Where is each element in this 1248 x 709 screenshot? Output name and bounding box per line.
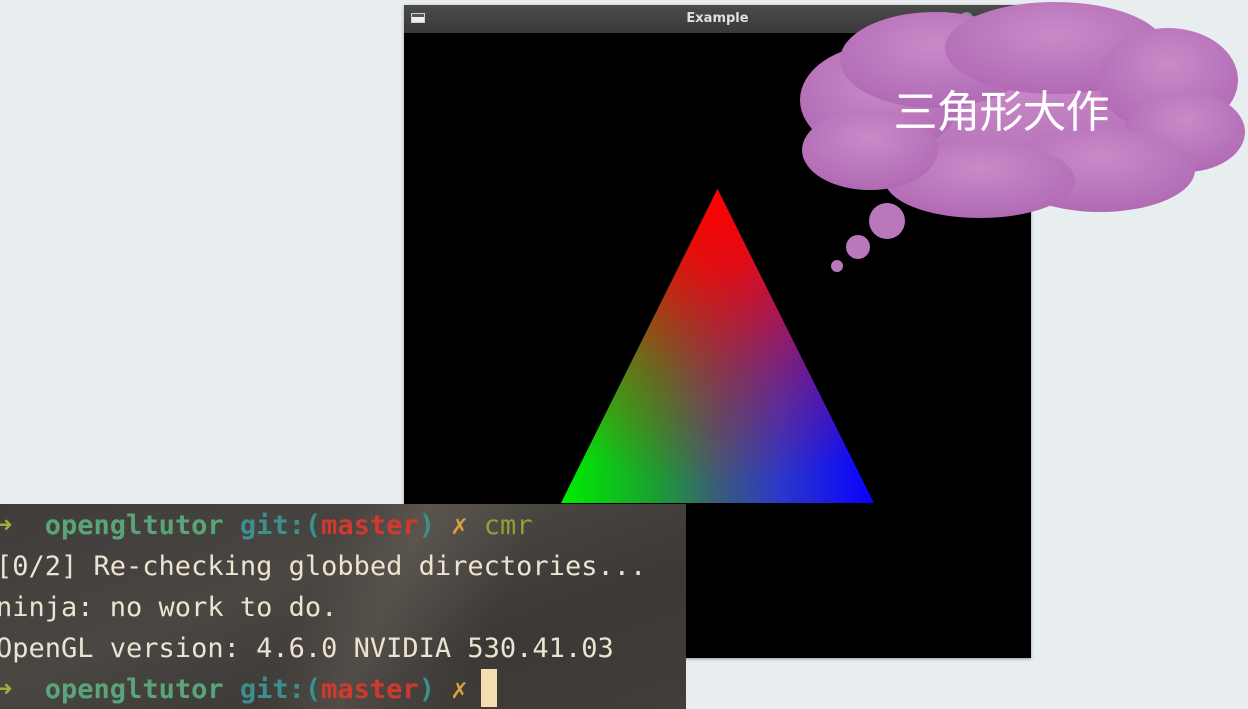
terminal-cursor[interactable] (481, 669, 498, 707)
terminal-window[interactable]: ➜ opengltutor git:(master) ✗ cmr [0/2] R… (0, 504, 686, 709)
prompt-git-prefix: git:( (239, 510, 322, 541)
prompt-git-suffix: ) (418, 674, 435, 705)
window-close-icon[interactable] (1010, 12, 1023, 25)
prompt-directory: opengltutor (44, 674, 224, 705)
prompt-dirty-icon: ✗ (451, 674, 468, 705)
window-title: Example (686, 11, 749, 26)
prompt-dirty-icon: ✗ (451, 510, 468, 541)
window-button-icon[interactable] (960, 12, 973, 25)
prompt-arrow-icon: ➜ (0, 510, 13, 541)
window-button-icon[interactable] (938, 12, 951, 25)
rgb-triangle (561, 189, 874, 503)
prompt-git-branch: master (321, 510, 419, 541)
terminal-prompt-line: ➜ opengltutor git:(master) ✗ cmr (0, 505, 533, 546)
window-titlebar[interactable]: Example (404, 5, 1031, 33)
prompt-command: cmr (483, 510, 533, 541)
prompt-git-prefix: git:( (239, 674, 322, 705)
terminal-output-line: OpenGL version: 4.6.0 NVIDIA 530.41.03 (0, 633, 614, 664)
prompt-directory: opengltutor (44, 510, 224, 541)
terminal-prompt-line: ➜ opengltutor git:(master) ✗ (0, 669, 498, 709)
prompt-git-branch: master (321, 674, 419, 705)
prompt-arrow-icon: ➜ (0, 674, 13, 705)
prompt-git-suffix: ) (418, 510, 435, 541)
terminal-output-line: ninja: no work to do. (0, 592, 338, 623)
terminal-output-line: [0/2] Re-checking globbed directories... (0, 551, 647, 582)
